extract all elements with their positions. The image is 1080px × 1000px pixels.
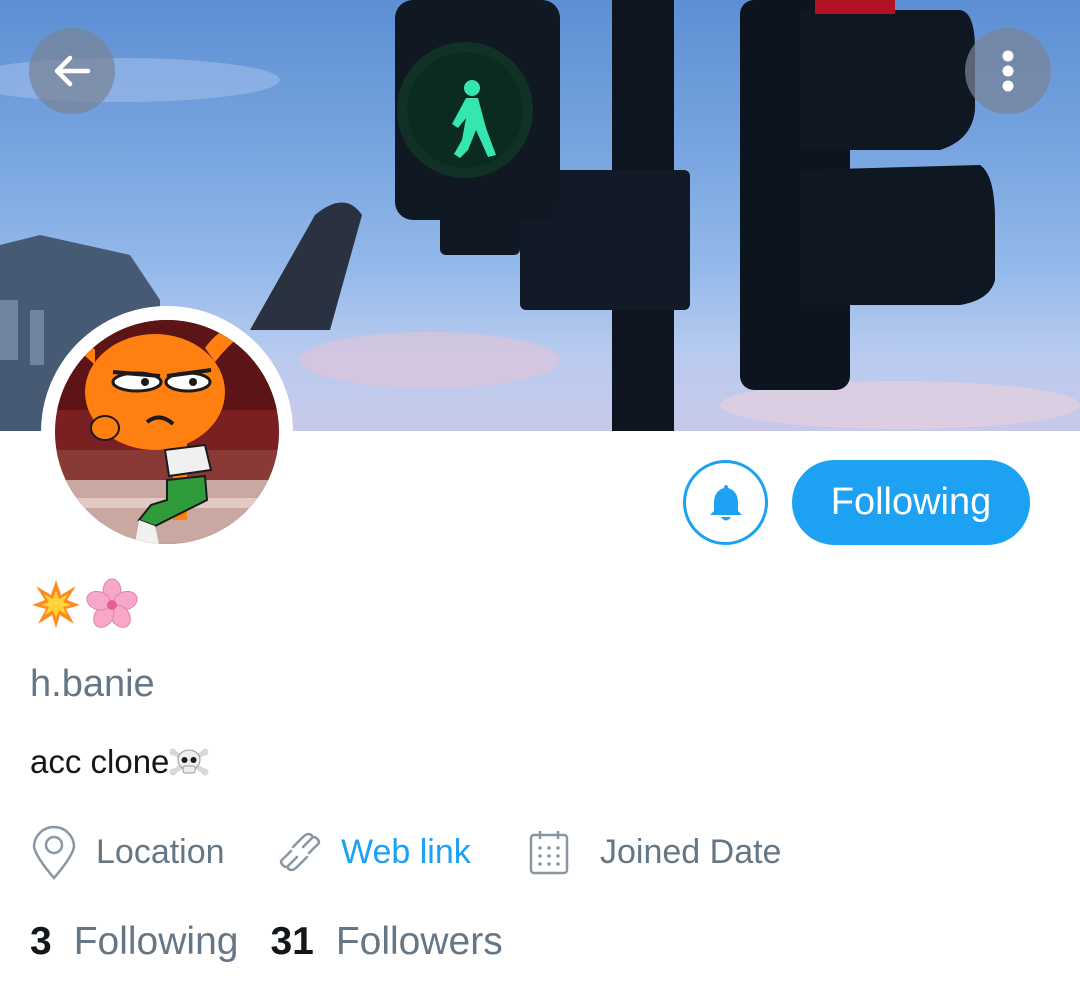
bell-icon: [709, 484, 742, 520]
bio-text: acc clone: [30, 743, 170, 780]
web-link[interactable]: Web link: [277, 822, 471, 882]
joined-date-label: Joined Date: [600, 832, 782, 871]
more-options-button[interactable]: [965, 28, 1051, 114]
more-vertical-icon: [1002, 50, 1014, 92]
location-label: Location: [96, 832, 225, 871]
followers-count[interactable]: 31: [270, 920, 313, 964]
notifications-bell-button[interactable]: [683, 460, 768, 545]
bio: acc clone: [30, 742, 209, 782]
following-count[interactable]: 3: [30, 920, 52, 964]
arrow-left-icon: [54, 55, 91, 87]
location: Location: [30, 822, 225, 882]
cherry-blossom-emoji: [86, 578, 138, 628]
followers-label[interactable]: Followers: [336, 920, 503, 964]
joined-date: Joined Date: [528, 822, 781, 882]
back-button[interactable]: [29, 28, 115, 114]
web-link-label[interactable]: Web link: [341, 833, 471, 872]
collision-emoji: [32, 580, 80, 628]
location-pin-icon: [30, 823, 78, 881]
following-button[interactable]: Following: [792, 460, 1030, 545]
skull-crossbones-emoji: [169, 748, 209, 776]
display-name: [30, 578, 138, 630]
username: h.banie: [30, 663, 155, 705]
link-icon: [277, 827, 323, 877]
profile-meta: Location Web link Joined Date: [30, 822, 1070, 882]
follow-stats: 3 Following 31 Followers: [30, 920, 535, 964]
profile-avatar[interactable]: [41, 306, 293, 558]
avatar: [55, 320, 279, 544]
following-label[interactable]: Following: [74, 920, 239, 964]
avatar-image: [55, 320, 279, 544]
calendar-icon: [528, 828, 570, 876]
